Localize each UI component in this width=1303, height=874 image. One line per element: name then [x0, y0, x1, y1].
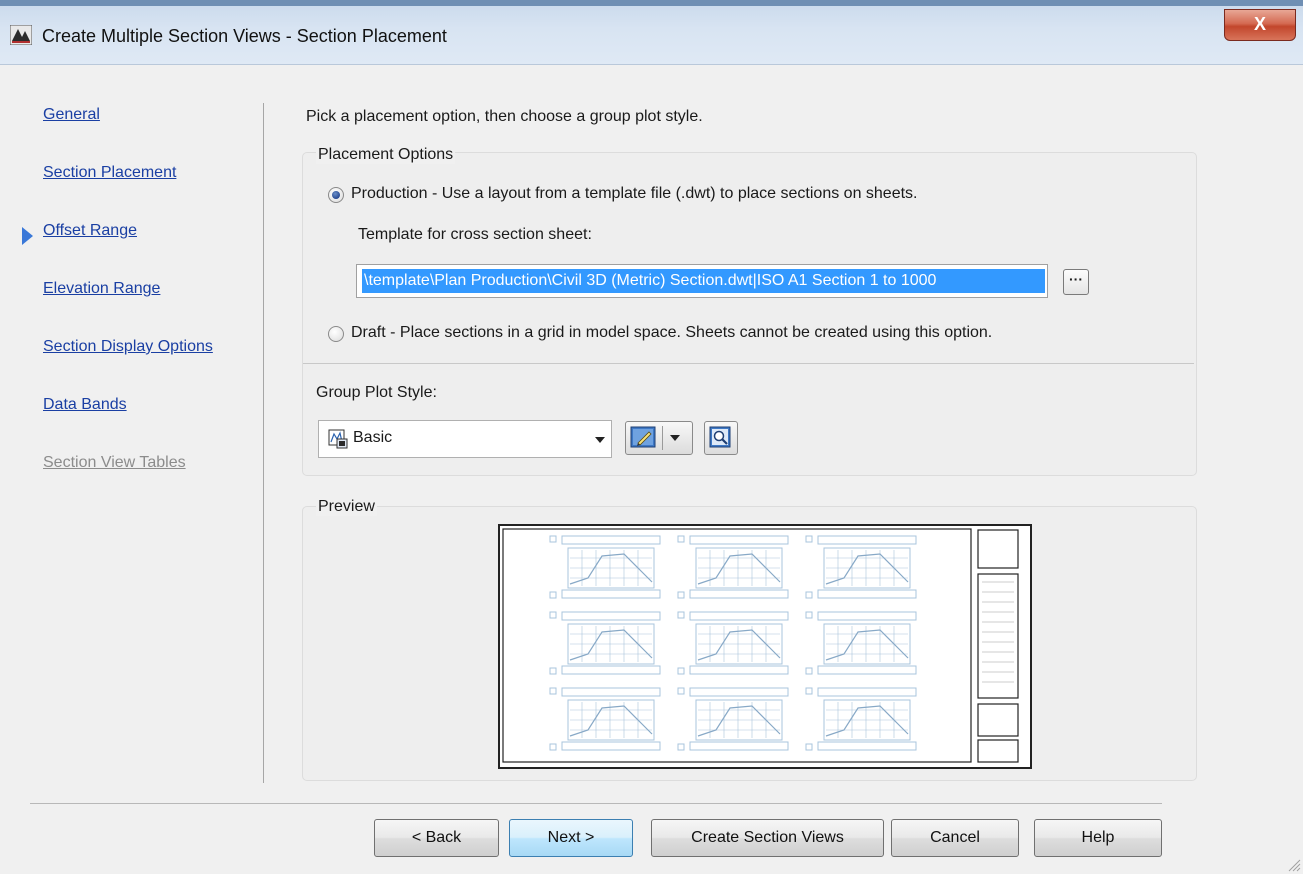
nav-item-offset-range[interactable]: Offset Range: [43, 222, 137, 240]
draft-radio-label[interactable]: Draft - Place sections in a grid in mode…: [351, 324, 992, 342]
resize-grip-icon[interactable]: [1285, 856, 1301, 872]
window-title: Create Multiple Section Views - Section …: [42, 26, 447, 46]
view-style-button[interactable]: [704, 421, 738, 455]
create-section-views-button[interactable]: Create Section Views: [651, 819, 884, 857]
chevron-down-icon: [595, 437, 605, 443]
section-thumbnail: [677, 687, 789, 751]
template-label: Template for cross section sheet:: [358, 226, 592, 243]
cancel-button[interactable]: Cancel: [891, 819, 1019, 857]
section-thumbnail: [677, 535, 789, 599]
section-thumbnail: [549, 687, 661, 751]
edit-style-icon: [630, 426, 656, 448]
back-button[interactable]: < Back: [374, 819, 499, 857]
section-thumbnail: [805, 611, 917, 675]
nav-item-data-bands[interactable]: Data Bands: [43, 396, 127, 414]
civil3d-app-icon: [10, 25, 32, 45]
next-button[interactable]: Next >: [509, 819, 633, 857]
section-thumbnail: [549, 535, 661, 599]
edit-style-button[interactable]: [625, 421, 693, 455]
section-thumbnail: [805, 535, 917, 599]
help-button[interactable]: Help: [1034, 819, 1162, 857]
placement-options-title: Placement Options: [316, 146, 456, 164]
instruction-text: Pick a placement option, then choose a g…: [306, 108, 703, 125]
button-divider: [30, 803, 1162, 804]
group-divider: [303, 363, 1194, 364]
close-button[interactable]: X: [1224, 9, 1296, 41]
nav-item-section-view-tables: Section View Tables: [43, 454, 186, 471]
template-field-value: \template\Plan Production\Civil 3D (Metr…: [362, 269, 1045, 293]
sheet-preview-drawing: [502, 528, 1019, 763]
title-bar-edge: [0, 0, 1303, 6]
section-thumbnail: [805, 687, 917, 751]
draft-radio[interactable]: [328, 326, 344, 342]
view-style-icon: [709, 426, 731, 448]
production-radio[interactable]: [328, 187, 344, 203]
production-radio-label[interactable]: Production - Use a layout from a templat…: [351, 185, 918, 203]
section-thumbnail: [677, 611, 789, 675]
group-plot-style-dropdown[interactable]: Basic: [318, 420, 612, 458]
browse-template-button[interactable]: ···: [1063, 269, 1089, 295]
title-bar: Create Multiple Section Views - Section …: [0, 0, 1303, 65]
group-plot-style-value: Basic: [353, 429, 393, 446]
group-plot-style-label: Group Plot Style:: [316, 384, 437, 401]
nav-item-section-placement[interactable]: Section Placement: [43, 164, 176, 182]
nav-item-section-display-options[interactable]: Section Display Options: [43, 338, 213, 356]
chevron-down-icon[interactable]: [670, 435, 680, 441]
preview-title: Preview: [316, 498, 377, 516]
active-page-arrow-icon: [22, 227, 33, 245]
nav-divider: [263, 103, 264, 783]
section-thumbnail: [549, 611, 661, 675]
nav-item-elevation-range[interactable]: Elevation Range: [43, 280, 160, 298]
template-field[interactable]: \template\Plan Production\Civil 3D (Metr…: [356, 264, 1048, 298]
preview-image: [498, 524, 1032, 769]
split-divider: [662, 426, 663, 450]
plot-style-icon: [328, 429, 348, 449]
nav-item-general[interactable]: General: [43, 106, 100, 124]
